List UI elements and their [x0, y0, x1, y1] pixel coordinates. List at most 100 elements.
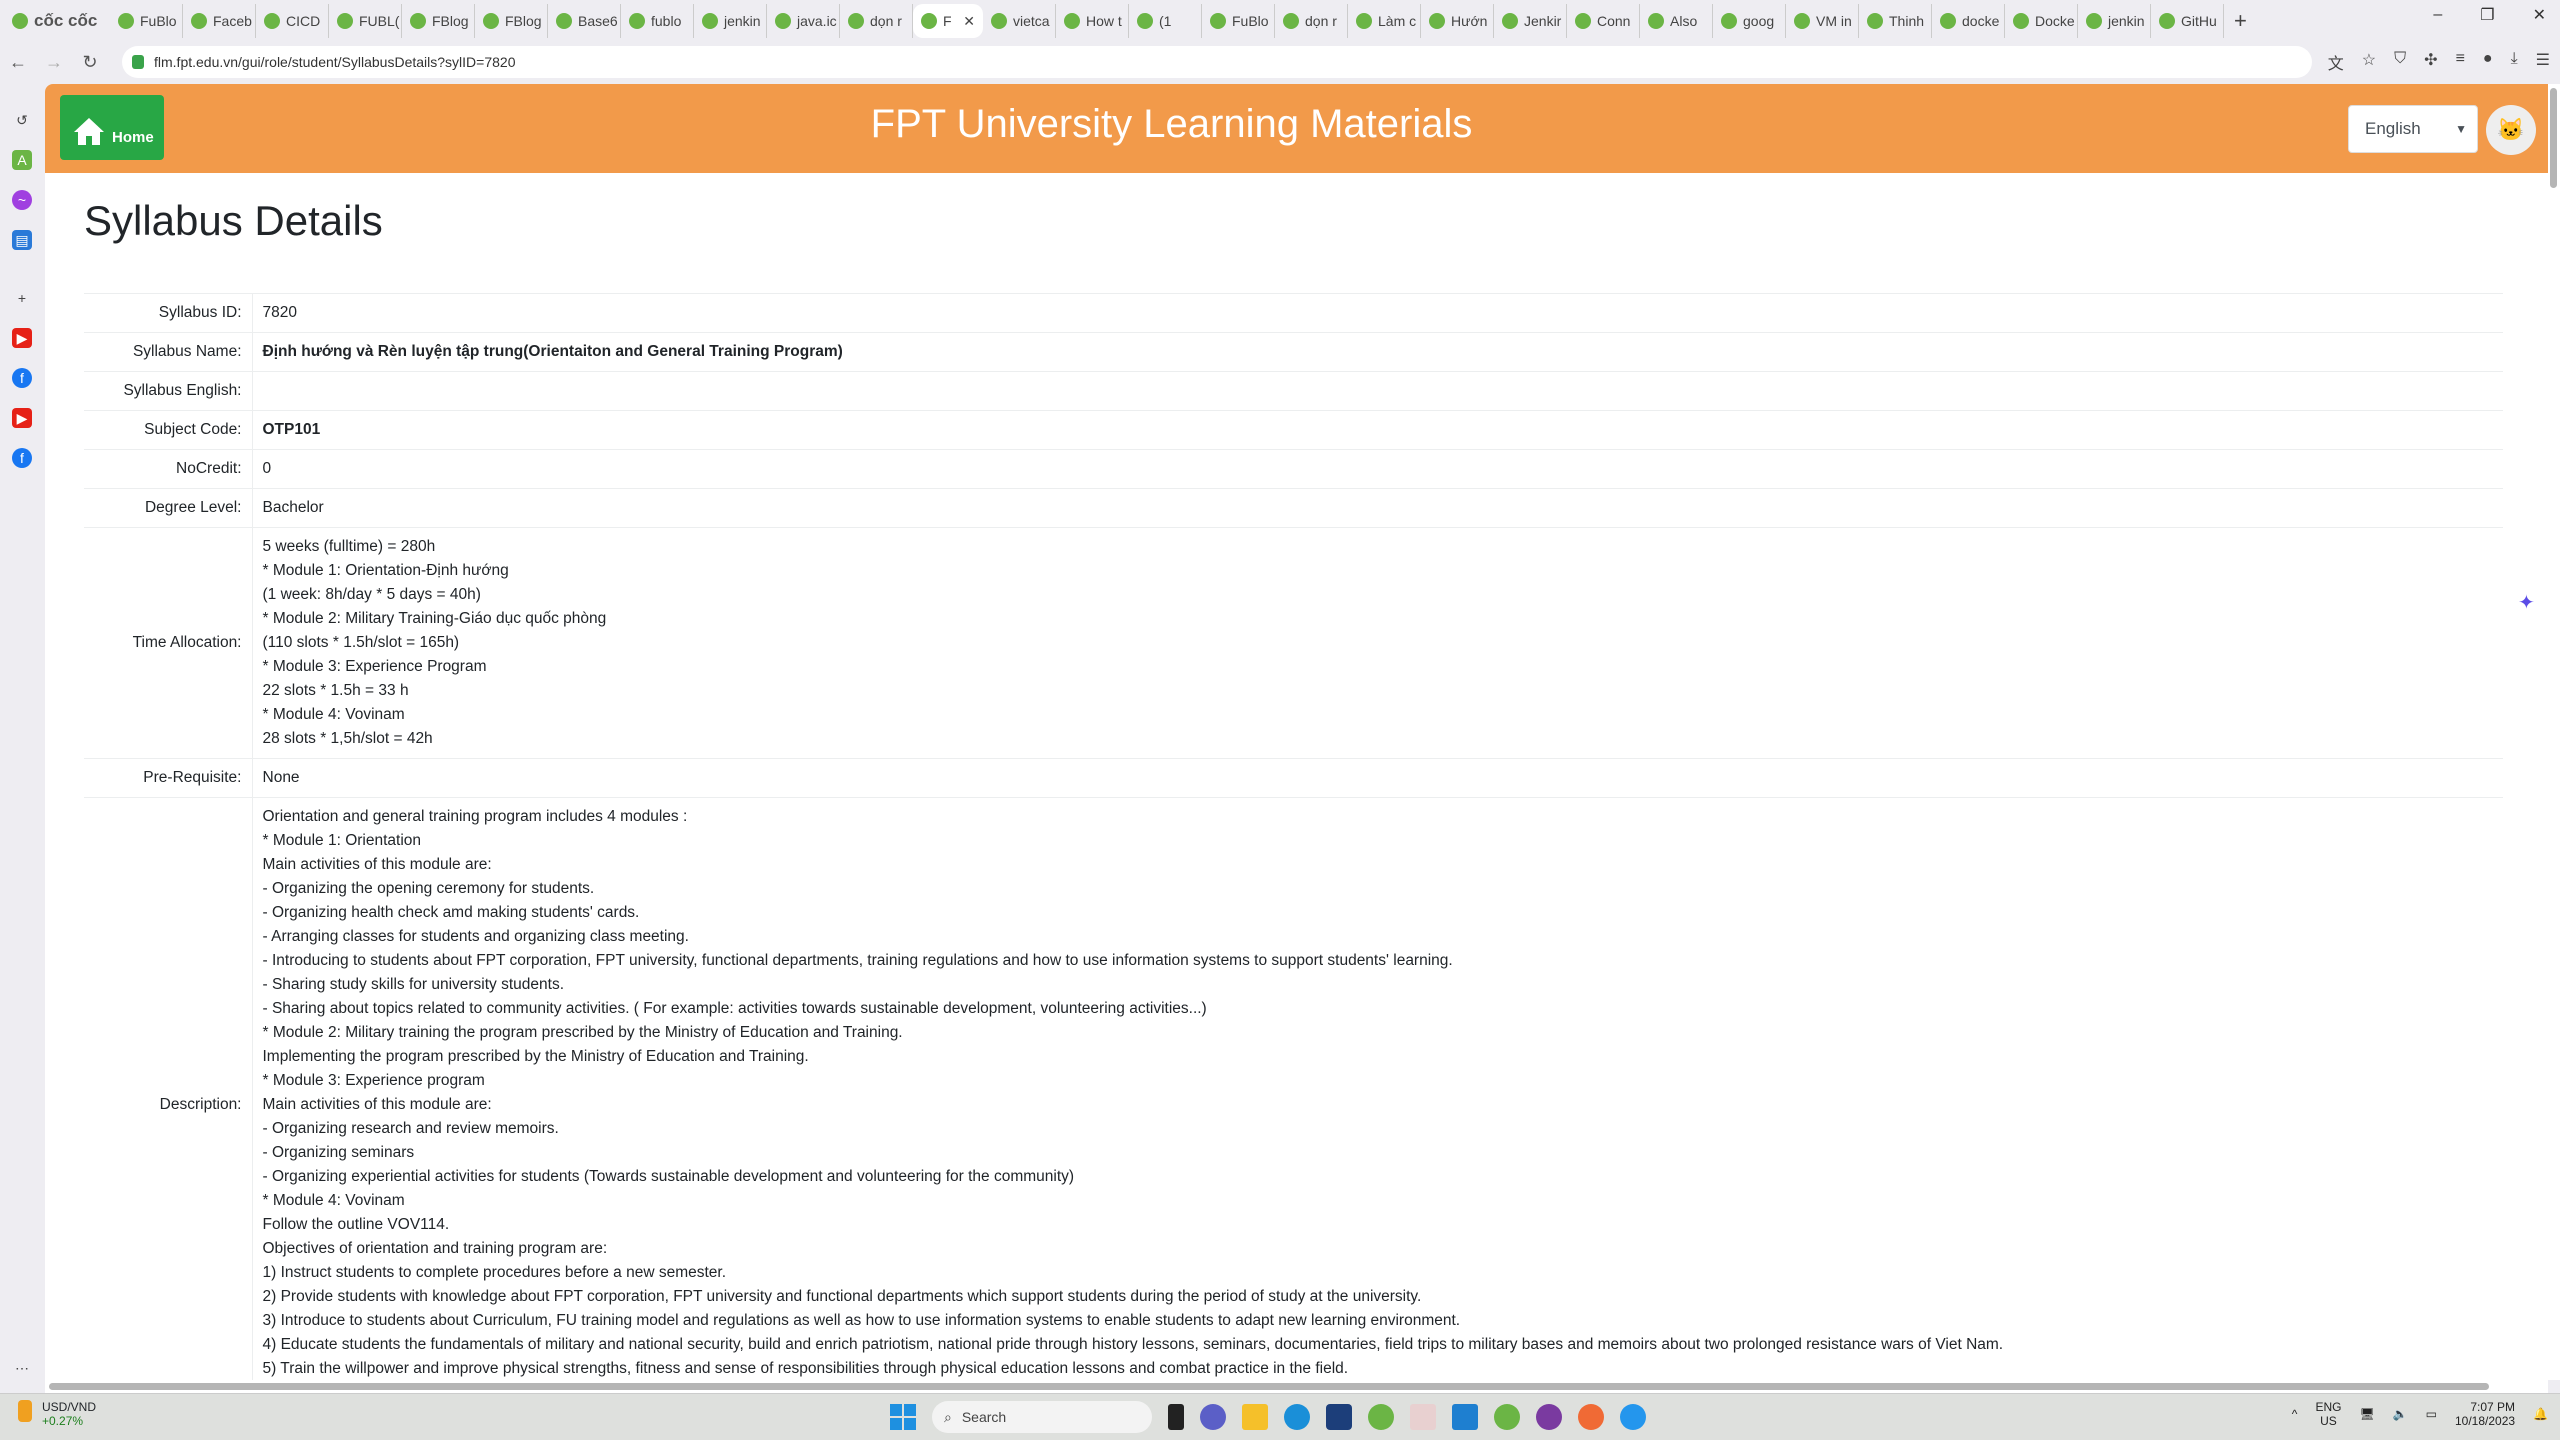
browser-tab[interactable]: Jenkir — [1494, 4, 1567, 38]
vscode-icon[interactable] — [1452, 1404, 1478, 1430]
ai-icon[interactable]: A — [12, 150, 32, 170]
browser-tab[interactable]: Base6 — [548, 4, 621, 38]
browser-tab[interactable]: GitHu — [2151, 4, 2224, 38]
browser-tab[interactable]: dọn r — [1275, 4, 1348, 38]
notes-icon[interactable]: ▤ — [12, 230, 32, 250]
tab-title: VM in — [1816, 13, 1852, 29]
edge-icon[interactable] — [1284, 1404, 1310, 1430]
facebook-icon[interactable]: f — [12, 368, 32, 388]
label: NoCredit: — [84, 449, 252, 489]
browser-tab[interactable]: Thinh — [1859, 4, 1932, 38]
tab-title: GitHu — [2181, 13, 2217, 29]
browser-logo[interactable]: cốc cốc — [0, 11, 110, 31]
browser-tab[interactable]: FBlog — [402, 4, 475, 38]
youtube-icon[interactable]: ▶ — [12, 328, 32, 348]
browser-tab[interactable]: FuBlo — [1202, 4, 1275, 38]
restore-button[interactable]: ❐ — [2480, 5, 2494, 25]
youtube-icon[interactable]: ▶ — [12, 408, 32, 428]
task-view-icon[interactable] — [1168, 1404, 1184, 1430]
label: Description: — [84, 797, 252, 1380]
browser-tab[interactable]: How t — [1056, 4, 1129, 38]
coccoc-icon[interactable] — [1494, 1404, 1520, 1430]
browser-tab[interactable]: goog — [1713, 4, 1786, 38]
shield-icon[interactable]: ⛉ — [2394, 50, 2406, 74]
browser-tab[interactable]: docke — [1932, 4, 2005, 38]
row-time-allocation: Time Allocation: 5 weeks (fulltime) = 280… — [84, 527, 2503, 759]
scroll-thumb[interactable] — [49, 1383, 2489, 1390]
close-tab-icon[interactable]: ✕ — [963, 13, 975, 30]
vertical-scrollbar[interactable] — [2548, 84, 2560, 1380]
scroll-thumb[interactable] — [2550, 88, 2557, 188]
coccoc-icon[interactable] — [1368, 1404, 1394, 1430]
browser-tab[interactable]: Hướn — [1421, 4, 1494, 38]
browser-tab[interactable]: Faceb — [183, 4, 256, 38]
translate-icon[interactable]: 文 — [2328, 50, 2344, 74]
browser-tab[interactable]: CICD — [256, 4, 329, 38]
text-line: - Arranging classes for students and org… — [262, 928, 689, 945]
browser-tab[interactable]: jenkin — [694, 4, 767, 38]
text-line: - Sharing about topics related to commun… — [262, 1000, 1207, 1017]
history-icon[interactable]: ↺ — [12, 110, 32, 130]
close-window-button[interactable]: ✕ — [2533, 5, 2546, 25]
teams-icon[interactable] — [1200, 1404, 1226, 1430]
browser-tab[interactable]: VM in — [1786, 4, 1859, 38]
postman-icon[interactable] — [1578, 1404, 1604, 1430]
browser-tab[interactable]: FBlog — [475, 4, 548, 38]
browser-tab[interactable]: F ✕ — [913, 4, 983, 38]
clock[interactable]: 7:07 PM 10/18/2023 — [2455, 1400, 2515, 1428]
stock-widget[interactable]: USD/VND +0.27% — [18, 1400, 96, 1428]
url-field[interactable]: flm.fpt.edu.vn/gui/role/student/Syllabus… — [122, 46, 2312, 78]
profile-icon[interactable]: ● — [2483, 50, 2493, 74]
text-line: * Module 2: Military Training-Giáo dục q… — [262, 610, 607, 627]
messenger-icon[interactable]: ~ — [12, 190, 32, 210]
add-icon[interactable]: + — [12, 288, 32, 308]
syllabus-english-value — [251, 371, 2503, 411]
browser-tab[interactable]: jenkin — [2078, 4, 2151, 38]
language-select[interactable]: English ▼ — [2348, 105, 2478, 153]
new-tab-button[interactable]: + — [2224, 8, 2257, 34]
text-line: (110 slots * 1.5h/slot = 165h) — [262, 634, 460, 651]
row-subject-code: Subject Code: OTP101 — [84, 410, 2503, 450]
browser-tab[interactable]: vietca — [983, 4, 1056, 38]
chevron-down-icon: ▼ — [2455, 122, 2467, 136]
browser-tab[interactable]: Conn — [1567, 4, 1640, 38]
reload-button[interactable]: ↻ — [72, 52, 108, 73]
horizontal-scrollbar[interactable] — [45, 1380, 2548, 1393]
chevron-up-icon[interactable]: ^ — [2292, 1407, 2298, 1421]
more-icon[interactable]: ⋯ — [12, 1358, 32, 1378]
github-desktop-icon[interactable] — [1536, 1404, 1562, 1430]
taskbar-search[interactable]: ⌕ Search — [932, 1401, 1152, 1433]
volume-icon[interactable]: 🔈 — [2393, 1407, 2408, 1421]
language-indicator[interactable]: ENG US — [2315, 1400, 2341, 1428]
battery-icon[interactable]: ▭ — [2426, 1407, 2437, 1421]
browser-tab[interactable]: Làm c — [1348, 4, 1421, 38]
windows-start-icon[interactable] — [890, 1404, 916, 1430]
facebook-icon[interactable]: f — [12, 448, 32, 468]
browser-tab[interactable]: FuBlo — [110, 4, 183, 38]
back-button[interactable]: ← — [0, 52, 36, 73]
file-explorer-icon[interactable] — [1242, 1404, 1268, 1430]
notification-bell-icon[interactable]: 🔔 — [2533, 1407, 2548, 1421]
browser-tab[interactable]: java.ic — [767, 4, 840, 38]
minimize-button[interactable]: – — [2433, 6, 2442, 24]
browser-tab[interactable]: Docke — [2005, 4, 2078, 38]
star-icon[interactable]: ☆ — [2362, 50, 2376, 74]
playlist-icon[interactable]: ≡ — [2456, 50, 2465, 74]
browser-tab[interactable]: Also — [1640, 4, 1713, 38]
network-icon[interactable]: 🖥 — [2359, 1407, 2374, 1421]
docker-icon[interactable] — [1620, 1404, 1646, 1430]
avatar[interactable]: 🐱 — [2486, 105, 2536, 155]
store-icon[interactable] — [1326, 1404, 1352, 1430]
browser-tab[interactable]: (1 — [1129, 4, 1202, 38]
text-line: 2) Provide students with knowledge about… — [262, 1288, 1422, 1305]
download-icon[interactable]: ⤓ — [2511, 50, 2518, 74]
app-icon[interactable] — [1410, 1404, 1436, 1430]
browser-tab[interactable]: FUBL( — [329, 4, 402, 38]
extensions-icon[interactable]: ✣ — [2424, 50, 2437, 74]
sparkle-icon[interactable]: ✦ — [2518, 590, 2535, 615]
menu-icon[interactable]: ☰ — [2536, 50, 2550, 74]
browser-tab[interactable]: dọn r — [840, 4, 913, 38]
coccoc-icon — [12, 13, 28, 29]
browser-tab[interactable]: fublo — [621, 4, 694, 38]
forward-button[interactable]: → — [36, 52, 72, 73]
